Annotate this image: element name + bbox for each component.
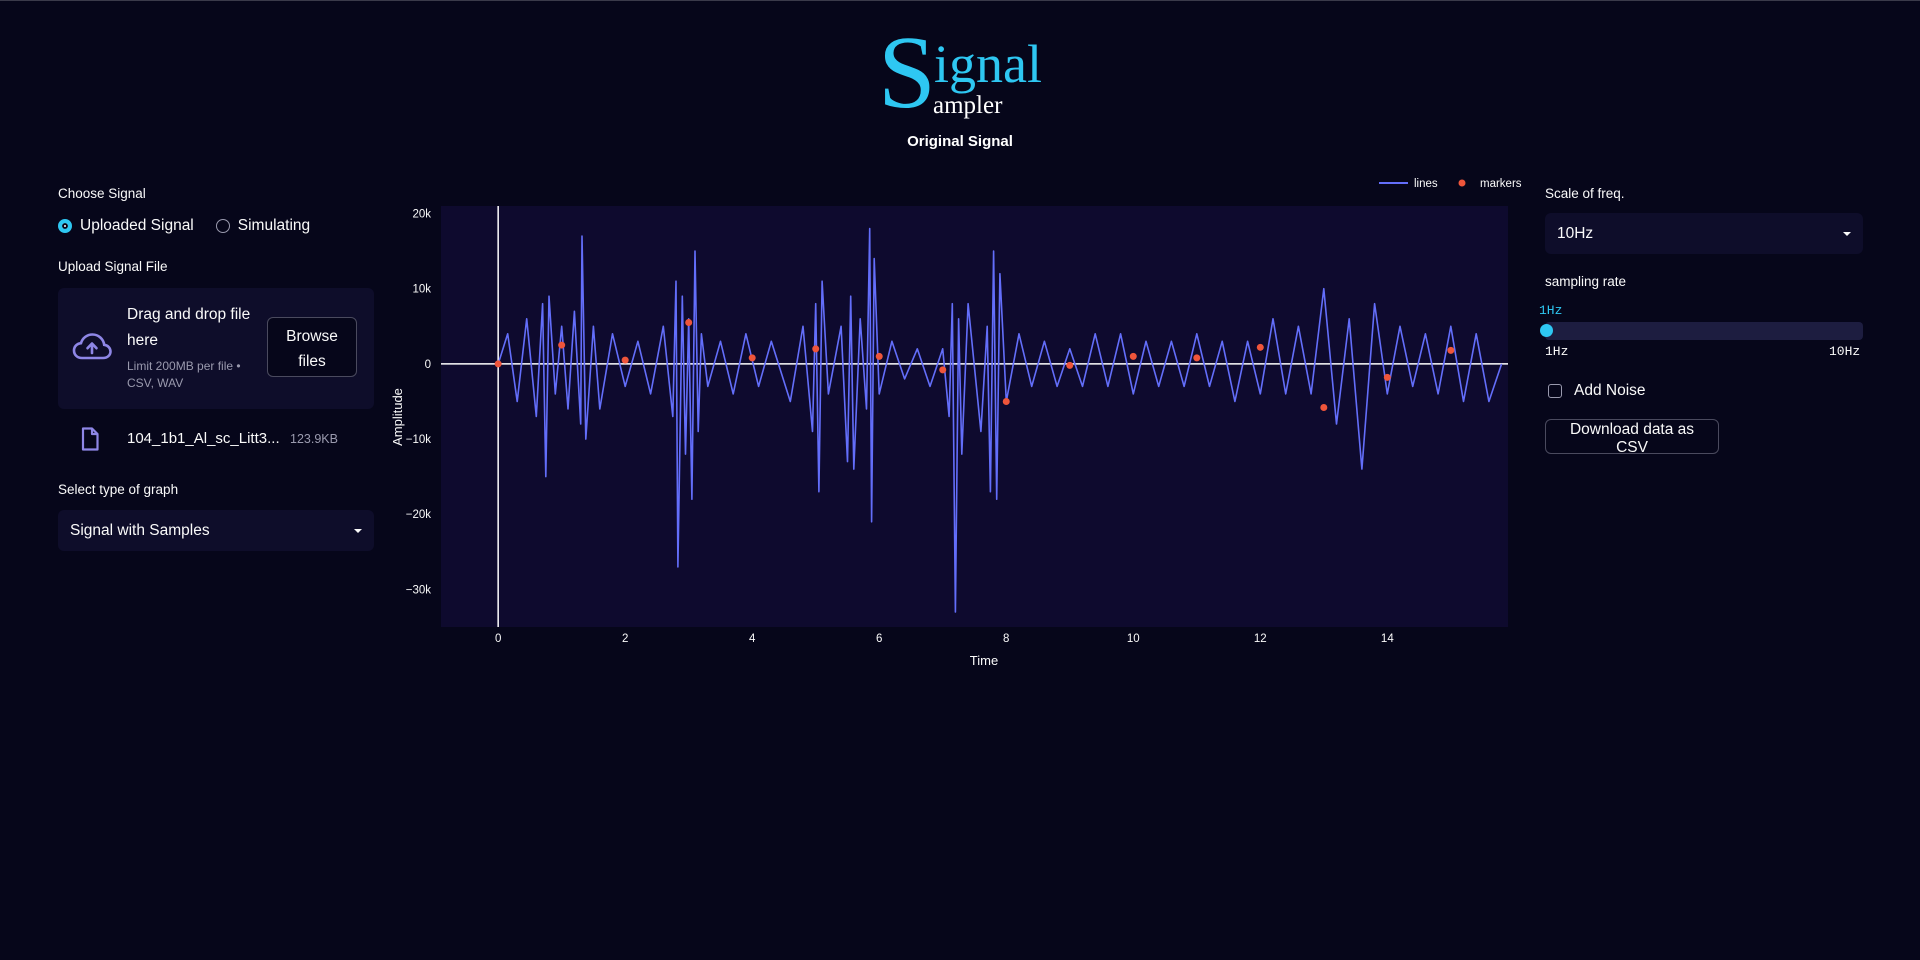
dropzone-title: Drag and drop file here (127, 306, 251, 349)
file-icon (81, 427, 99, 451)
logo-upper-text: ignal (934, 34, 1042, 94)
upload-label: Upload Signal File (58, 259, 168, 274)
sampling-rate-slider-handle[interactable] (1540, 324, 1553, 337)
scale-freq-select[interactable]: 10Hz (1545, 213, 1863, 254)
app-logo: S ignal ampler (878, 21, 1058, 125)
y-tick-label: 10k (412, 284, 431, 296)
dropzone-limit: Limit 200MB per file • CSV, WAV (127, 359, 241, 390)
signal-radio-group: Uploaded Signal Simulating (58, 217, 332, 235)
logo-lower-text: ampler (933, 92, 1003, 119)
x-tick-label: 10 (1127, 633, 1140, 645)
x-tick-label: 0 (495, 633, 501, 645)
graph-type-value: Signal with Samples (70, 522, 210, 539)
x-axis-label: Time (970, 653, 998, 668)
marker-point (558, 341, 566, 349)
marker-point (1193, 354, 1201, 362)
cloud-upload-icon (72, 333, 112, 360)
sampling-rate-value: 1Hz (1539, 303, 1563, 318)
marker-point (939, 366, 947, 374)
marker-point (875, 352, 883, 360)
marker-point (1129, 352, 1137, 360)
y-axis-label: Amplitude (390, 388, 405, 446)
legend-lines-label: lines (1414, 178, 1438, 190)
legend-markers-label: markers (1480, 178, 1522, 190)
y-tick-label: 20k (412, 209, 431, 221)
radio-simulating[interactable] (215, 219, 230, 233)
plot-area (441, 206, 1508, 627)
chart-title: Original Signal (907, 133, 1013, 150)
y-tick-label: −10k (406, 434, 432, 446)
sampling-rate-label: sampling rate (1545, 274, 1627, 289)
y-tick-label: 0 (425, 359, 431, 371)
radio-simulating-label[interactable]: Simulating (238, 217, 310, 235)
download-csv-button[interactable]: Download data as CSV (1545, 419, 1719, 456)
sampling-rate-min: 1Hz (1545, 344, 1569, 359)
file-name: 104_1b1_Al_sc_Litt3... (127, 430, 280, 447)
marker-point (1066, 361, 1074, 369)
y-tick-label: −30k (406, 584, 432, 596)
add-noise-checkbox[interactable] (1548, 384, 1562, 398)
marker-point (685, 319, 693, 327)
graph-type-label: Select type of graph (58, 482, 179, 497)
choose-signal-label: Choose Signal (58, 186, 146, 201)
scale-freq-label: Scale of freq. (1545, 186, 1625, 201)
x-tick-label: 8 (1003, 633, 1009, 645)
radio-uploaded-signal[interactable] (58, 219, 72, 233)
uploaded-file-row: 104_1b1_Al_sc_Litt3... 123.9KB (58, 425, 374, 455)
marker-point (621, 356, 629, 364)
chevron-down-icon (1843, 232, 1851, 236)
marker-point (1256, 343, 1264, 351)
file-size: 123.9KB (290, 432, 338, 446)
x-tick-label: 6 (876, 633, 882, 645)
x-tick-label: 12 (1254, 633, 1267, 645)
file-dropzone[interactable]: Drag and drop file here Limit 200MB per … (58, 288, 374, 409)
x-tick-label: 2 (622, 633, 628, 645)
x-tick-label: 4 (749, 633, 756, 645)
y-tick-label: −20k (406, 509, 432, 521)
marker-point (812, 345, 820, 353)
radio-uploaded-signal-label[interactable]: Uploaded Signal (80, 217, 194, 235)
sampling-rate-max: 10Hz (1829, 344, 1861, 359)
browse-files-button[interactable]: Browse files (267, 317, 357, 377)
marker-point (1447, 346, 1455, 354)
marker-point (748, 354, 756, 362)
chevron-down-icon (354, 529, 362, 533)
signal-chart: 20k 10k 0 −10k −20k −30k 0 2 4 6 8 10 12 14 Time Ampl… (390, 178, 1522, 668)
x-tick-label: 14 (1381, 633, 1394, 645)
marker-point (1320, 403, 1328, 411)
marker-point (494, 360, 502, 368)
logo-big-letter: S (878, 15, 936, 130)
graph-type-select[interactable]: Signal with Samples (58, 510, 374, 551)
scale-freq-value: 10Hz (1557, 225, 1594, 242)
add-noise-row[interactable]: Add Noise (1548, 382, 1646, 400)
legend-markers-swatch (1458, 179, 1466, 187)
marker-point (1002, 397, 1010, 405)
add-noise-label[interactable]: Add Noise (1574, 382, 1646, 400)
sampling-rate-slider-track[interactable] (1545, 322, 1863, 340)
marker-point (1383, 373, 1391, 381)
chart-legend[interactable]: lines markers (1379, 178, 1522, 190)
